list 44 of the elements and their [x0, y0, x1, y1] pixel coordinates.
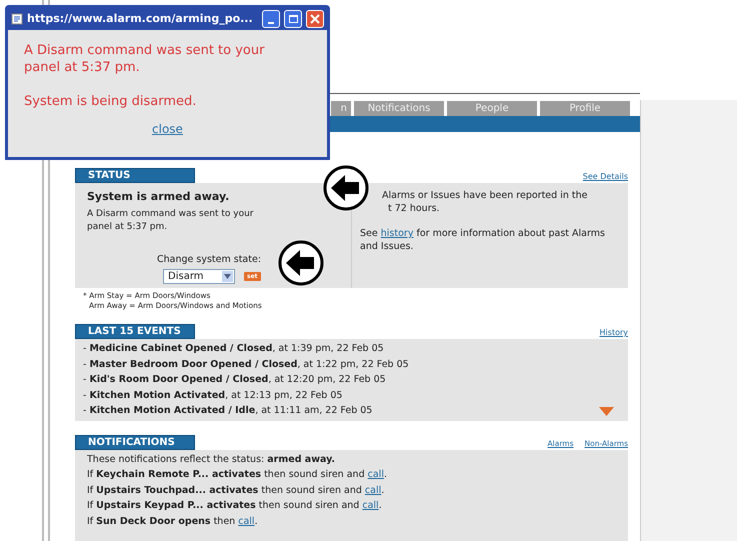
- notification-rule: If Upstairs Touchpad... activates then sound siren and call.: [87, 484, 386, 498]
- see-details-link[interactable]: See Details: [582, 171, 628, 183]
- section-header: LAST 15 EVENTS: [75, 324, 195, 339]
- notification-rule: If Keychain Remote P... activates then sound siren and call.: [87, 468, 388, 482]
- call-link[interactable]: call: [238, 516, 255, 526]
- event-item: - Medicine Cabinet Opened / Closed, at 1:39 pm, 22 Feb 05: [83, 342, 385, 356]
- call-link[interactable]: call: [362, 500, 379, 511]
- maximize-icon: [288, 15, 298, 23]
- event-item: - Kitchen Motion Activated / Idle, at 11:11 am, 22 Feb 05: [83, 404, 374, 418]
- popup-status: System is being disarmed.: [24, 93, 198, 110]
- notifications-intro: These notifications reflect the status: armed away.: [87, 452, 336, 466]
- state-select[interactable]: Disarm: [163, 268, 235, 284]
- popup-message: A Disarm command was sent to your panel at 5:37 pm.: [24, 42, 266, 76]
- history-text: See history for more information about past Alarms and Issues.: [360, 227, 606, 253]
- history-link[interactable]: history: [380, 228, 414, 239]
- scroll-down-icon[interactable]: [599, 406, 614, 416]
- notification-rule: If Sun Deck Door opens then call.: [87, 514, 259, 528]
- close-link[interactable]: close: [152, 121, 183, 138]
- notification-rule: If Upstairs Keypad P... activates then sound siren and call.: [87, 499, 383, 513]
- maximize-button[interactable]: [284, 10, 302, 28]
- close-button[interactable]: [306, 10, 324, 28]
- nav-tab[interactable]: n: [331, 100, 351, 116]
- page-icon: [11, 13, 23, 25]
- nav-tab[interactable]: Profile: [540, 100, 630, 116]
- nav-tab[interactable]: People: [447, 100, 537, 116]
- window-title: https://www.alarm.com/arming_po...: [27, 10, 254, 27]
- minimize-icon: [268, 22, 274, 24]
- nav-tab[interactable]: Notifications: [354, 100, 444, 116]
- alarms-text: t 72 hours.: [387, 202, 441, 215]
- triangle-icon: [224, 274, 231, 279]
- alarms-text: Alarms or Issues have been reported in the: [382, 189, 588, 202]
- call-link[interactable]: call: [364, 484, 382, 496]
- event-item: - Kitchen Motion Activated, at 12:13 pm, 22 Feb 05: [83, 388, 344, 402]
- change-state-label: Change system state:: [157, 252, 262, 266]
- minimize-button[interactable]: [262, 10, 280, 28]
- section-header: NOTIFICATIONS: [75, 434, 195, 450]
- event-item: - Master Bedroom Door Opened / Closed, at 1:22 pm, 22 Feb 05: [83, 358, 409, 372]
- call-link[interactable]: call: [368, 469, 384, 480]
- section-header: STATUS: [75, 168, 195, 183]
- event-item: - Kid's Room Door Opened / Closed, at 12:20 pm, 22 Feb 05: [83, 373, 387, 387]
- status-title: System is armed away.: [87, 189, 230, 205]
- history-link[interactable]: History: [600, 327, 628, 339]
- status-message: A Disarm command was sent to your panel at 5:37 pm.: [87, 208, 254, 234]
- close-icon: [310, 14, 320, 24]
